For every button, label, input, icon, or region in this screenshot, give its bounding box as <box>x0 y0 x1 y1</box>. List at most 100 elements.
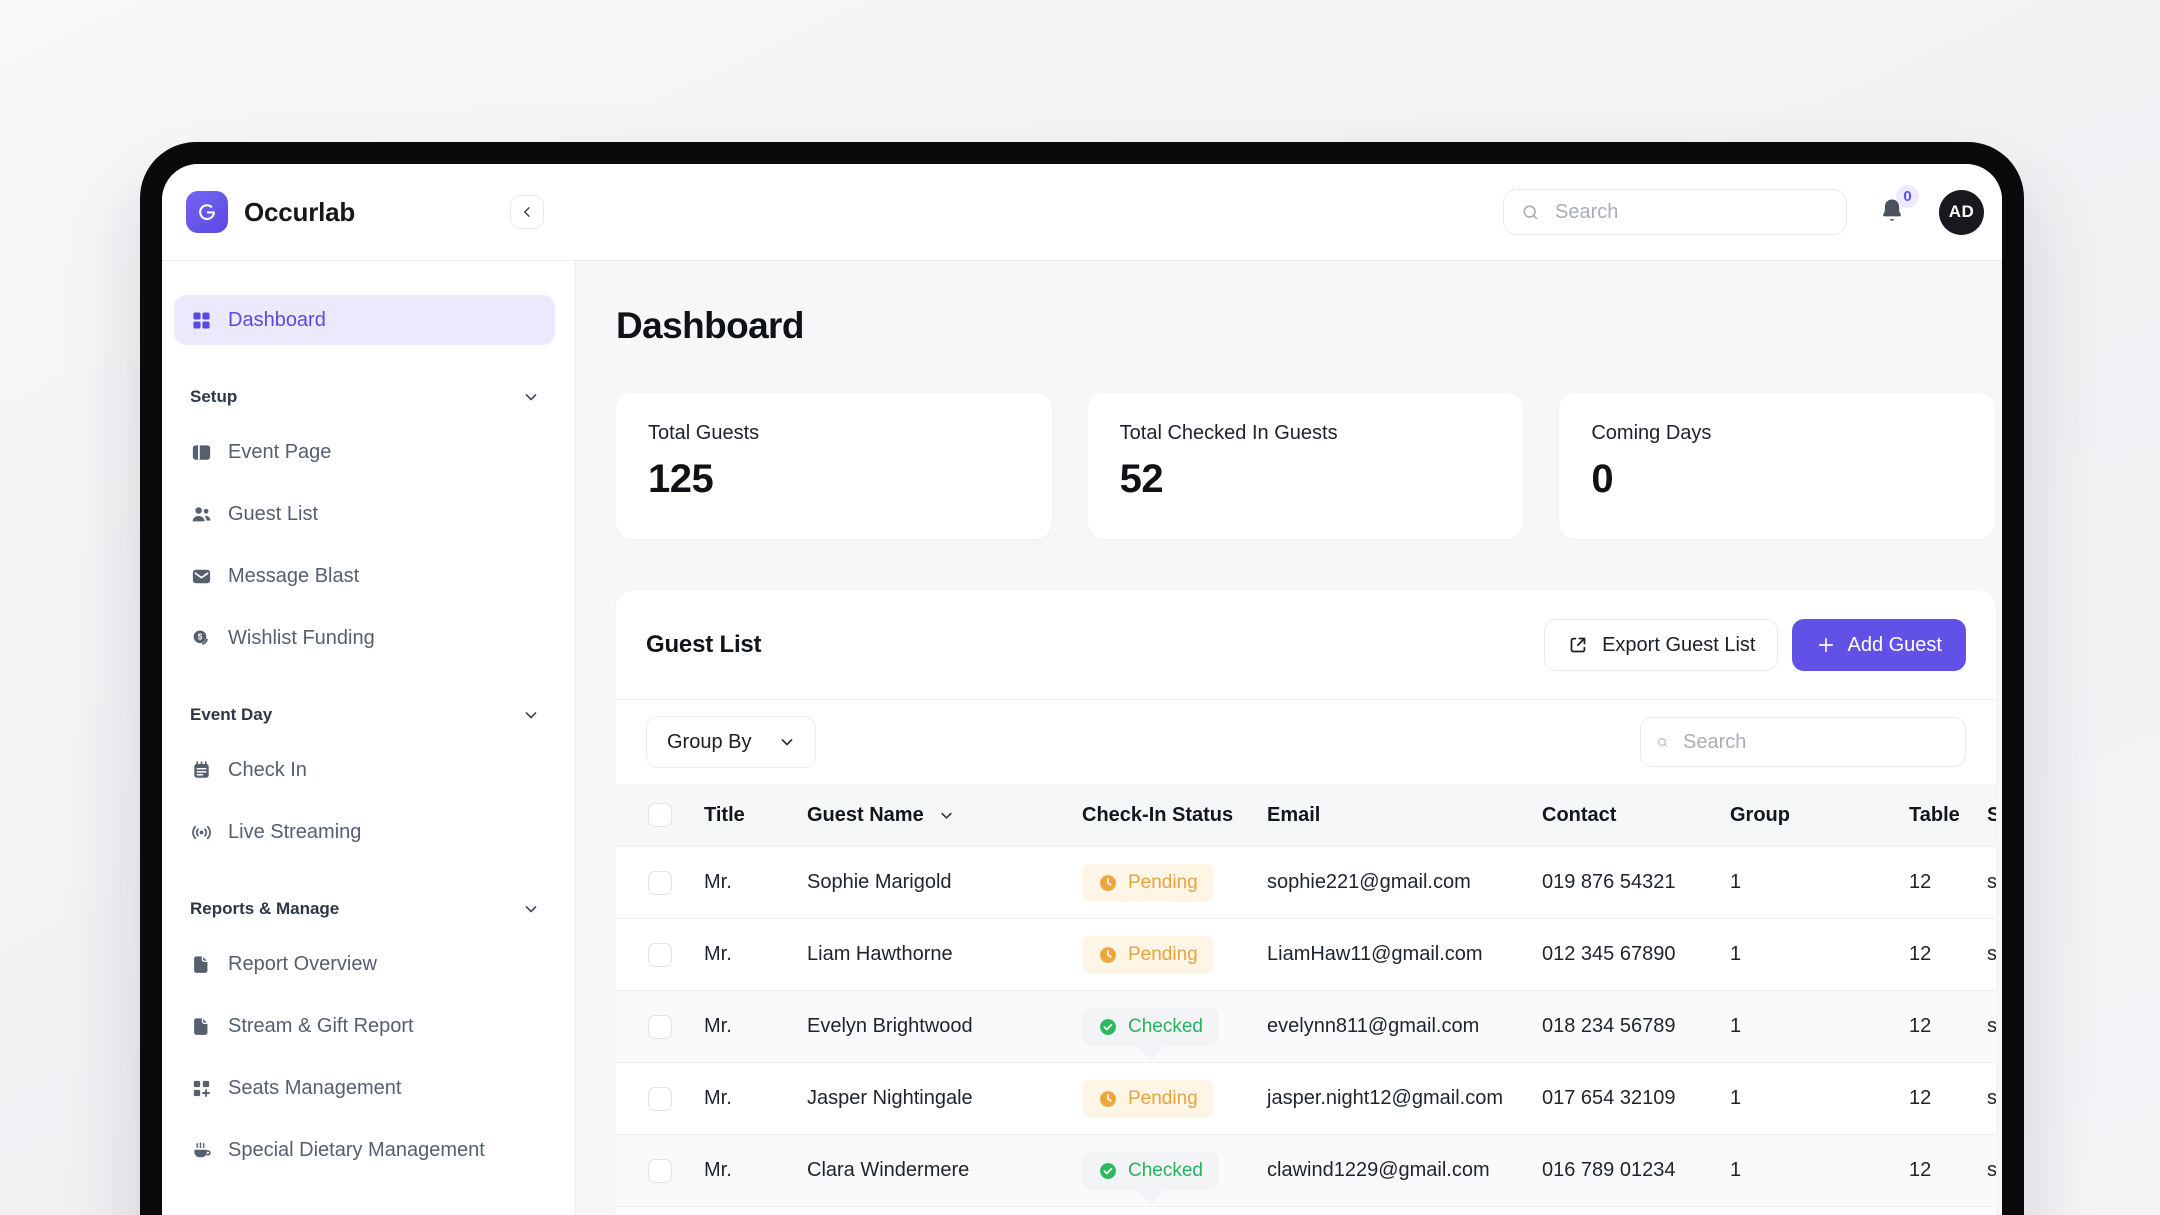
sidebar-collapse-button[interactable] <box>510 195 544 229</box>
document-icon <box>190 1015 213 1038</box>
sidebar-item-label: Message Blast <box>228 565 359 588</box>
dashboard-grid-icon <box>190 309 213 332</box>
table-row: Mr. Liam Hawthorne Pending LiamHaw11@gma… <box>616 918 1996 990</box>
cell-contact: 017 654 32109 <box>1542 1087 1730 1110</box>
status-badge-checked: Checked <box>1082 1152 1219 1190</box>
guest-list-search-input[interactable] <box>1681 730 1950 755</box>
stat-card-total-guests: Total Guests 125 <box>616 393 1052 539</box>
stat-value: 52 <box>1120 457 1492 502</box>
sidebar-section-setup[interactable]: Setup <box>174 385 555 409</box>
status-label: Checked <box>1128 1160 1203 1182</box>
row-checkbox[interactable] <box>648 871 672 895</box>
cell-contact: 012 345 67890 <box>1542 943 1730 966</box>
row-checkbox[interactable] <box>648 1087 672 1111</box>
select-all-checkbox[interactable] <box>648 803 672 827</box>
cell-title: Mr. <box>704 1087 807 1110</box>
sidebar-section-event-day[interactable]: Event Day <box>174 703 555 727</box>
table-row: Mr. Clara Windermere Checked clawind1229… <box>616 1134 1996 1206</box>
notifications-button[interactable]: 0 <box>1877 195 1909 229</box>
status-badge-pending: Pending <box>1082 1080 1214 1118</box>
svg-text:$: $ <box>198 632 203 641</box>
users-icon <box>190 503 213 526</box>
sidebar-item-message-blast[interactable]: Message Blast <box>174 551 555 601</box>
group-by-dropdown[interactable]: Group By <box>646 716 816 768</box>
row-checkbox[interactable] <box>648 1015 672 1039</box>
page-title: Dashboard <box>616 305 1996 347</box>
global-search[interactable] <box>1503 189 1847 235</box>
chevron-down-icon <box>521 387 541 407</box>
col-guest-name[interactable]: Guest Name <box>807 804 1082 827</box>
occurlab-logo-icon <box>186 191 228 233</box>
table-row: Mr. Sophie Marigold Pending sophie221@gm… <box>616 846 1996 918</box>
brand-name: Occurlab <box>244 197 355 228</box>
add-guest-button[interactable]: Add Guest <box>1792 619 1966 671</box>
col-contact: Contact <box>1542 804 1730 827</box>
section-label: Event Day <box>190 705 272 725</box>
cell-title: Mr. <box>704 871 807 894</box>
envelope-icon <box>190 565 213 588</box>
cell-table: 12 <box>1909 1015 1987 1038</box>
cell-guest-name: Clara Windermere <box>807 1159 1082 1182</box>
sidebar-item-report-overview[interactable]: Report Overview <box>174 939 555 989</box>
sidebar-item-label: Special Dietary Management <box>228 1139 485 1162</box>
col-guest-name-label: Guest Name <box>807 804 924 827</box>
cell-group: 1 <box>1730 1159 1909 1182</box>
guest-list-search[interactable] <box>1640 717 1966 767</box>
cell-guest-name: Jasper Nightingale <box>807 1087 1082 1110</box>
clock-icon <box>1098 1089 1118 1109</box>
sidebar-item-check-in[interactable]: Check In <box>174 745 555 795</box>
sidebar-item-seats-management[interactable]: Seats Management <box>174 1063 555 1113</box>
group-by-label: Group By <box>667 731 751 754</box>
status-label: Checked <box>1128 1016 1203 1038</box>
brand-area: Occurlab <box>162 164 576 260</box>
row-checkbox[interactable] <box>648 1159 672 1183</box>
export-guest-list-button[interactable]: Export Guest List <box>1544 619 1778 671</box>
cell-title: Mr. <box>704 1159 807 1182</box>
sidebar-item-label: Seats Management <box>228 1077 401 1100</box>
sidebar-item-label: Guest List <box>228 503 318 526</box>
export-button-label: Export Guest List <box>1602 634 1755 657</box>
row-checkbox[interactable] <box>648 943 672 967</box>
status-badge-checked: Checked <box>1082 1008 1219 1046</box>
status-label: Pending <box>1128 1088 1198 1110</box>
status-label: Pending <box>1128 944 1198 966</box>
cell-table: 12 <box>1909 871 1987 894</box>
guest-table: Title Guest Name Check-In Status Email C… <box>616 784 1996 1215</box>
search-icon <box>1656 732 1669 753</box>
stats-row: Total Guests 125 Total Checked In Guests… <box>616 393 1996 539</box>
sidebar-item-special-dietary-management[interactable]: Special Dietary Management <box>174 1125 555 1175</box>
col-title: Title <box>704 804 807 827</box>
sidebar-item-label: Dashboard <box>228 309 326 332</box>
cell-seat: s <box>1987 1087 1996 1110</box>
check-in-notebook-icon <box>190 759 213 782</box>
main-content: Dashboard Total Guests 125 Total Checked… <box>576 261 2002 1215</box>
app-screen: Occurlab 0 <box>162 164 2002 1215</box>
add-guest-button-label: Add Guest <box>1847 634 1942 657</box>
sidebar-item-dashboard[interactable]: Dashboard <box>174 295 555 345</box>
global-search-input[interactable] <box>1553 200 1830 225</box>
sidebar-item-live-streaming[interactable]: Live Streaming <box>174 807 555 857</box>
section-label: Reports & Manage <box>190 899 339 919</box>
cell-table: 12 <box>1909 943 1987 966</box>
sidebar-item-guest-list[interactable]: Guest List <box>174 489 555 539</box>
stat-value: 125 <box>648 457 1020 502</box>
guest-list-toolbar: Group By <box>616 700 1996 784</box>
app-body: Dashboard Setup Event Page <box>162 261 2002 1215</box>
col-table: Table <box>1909 804 1987 827</box>
section-label: Setup <box>190 387 237 407</box>
sidebar-item-wishlist-funding[interactable]: $ Wishlist Funding <box>174 613 555 663</box>
cell-email: evelynn811@gmail.com <box>1267 1015 1542 1038</box>
cell-title: Mr. <box>704 943 807 966</box>
col-seat: S <box>1987 804 1996 827</box>
cell-group: 1 <box>1730 943 1909 966</box>
sidebar-item-stream-gift-report[interactable]: Stream & Gift Report <box>174 1001 555 1051</box>
table-row: Mr. Evelyn Brightwood Checked evelynn811… <box>616 990 1996 1062</box>
clock-icon <box>1098 873 1118 893</box>
sidebar-section-reports-manage[interactable]: Reports & Manage <box>174 897 555 921</box>
user-avatar[interactable]: AD <box>1939 190 1984 235</box>
stat-label: Total Guests <box>648 422 1020 445</box>
status-label: Pending <box>1128 872 1198 894</box>
cell-seat: s <box>1987 871 1996 894</box>
sidebar-item-event-page[interactable]: Event Page <box>174 427 555 477</box>
status-badge-pending: Pending <box>1082 864 1214 902</box>
